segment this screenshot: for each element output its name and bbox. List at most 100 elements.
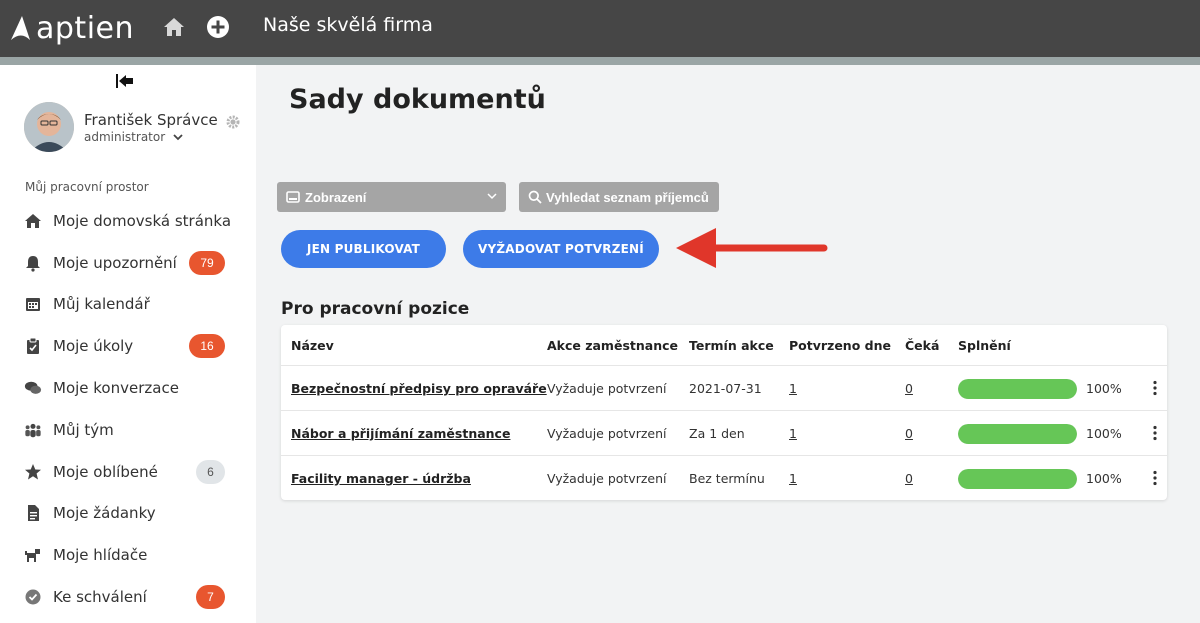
sidebar-item-label: Moje upozornění [53, 253, 177, 272]
user-role-label: administrator [84, 130, 166, 144]
user-photo-icon [24, 102, 74, 152]
column-header-action[interactable]: Akce zaměstnance [547, 338, 678, 353]
user-name[interactable]: František Správce [84, 111, 218, 129]
top-bar: aptien Naše skvělá firma [0, 0, 1200, 57]
sidebar-item-favorites[interactable]: Moje oblíbené 6 [0, 451, 256, 493]
search-icon [528, 190, 542, 204]
logo-mark-icon [11, 16, 30, 40]
document-icon [24, 504, 42, 522]
red-arrow-annotation-icon [676, 228, 828, 268]
company-name[interactable]: Naše skvělá firma [263, 14, 433, 36]
column-header-waiting[interactable]: Čeká [905, 338, 939, 353]
collapse-sidebar-icon[interactable] [115, 73, 135, 89]
sidebar-item-label: Moje oblíbené [53, 462, 158, 481]
search-box [519, 182, 719, 212]
document-set-link[interactable]: Nábor a přijímání zaměstnance [291, 426, 510, 441]
completion-progress-bar [958, 424, 1077, 444]
sidebar-item-conversations[interactable]: Moje konverzace [0, 367, 256, 409]
sidebar-item-label: Moje žádanky [53, 504, 156, 523]
column-header-term[interactable]: Termín akce [689, 338, 774, 353]
term-cell: Za 1 den [689, 426, 745, 441]
clipboard-icon [24, 337, 42, 355]
document-set-link[interactable]: Facility manager - údržba [291, 471, 471, 486]
sidebar-item-label: Můj kalendář [53, 295, 150, 314]
completion-percent: 100% [1086, 381, 1122, 396]
notifications-badge: 79 [189, 250, 225, 275]
sidebar-item-label: Můj tým [53, 420, 114, 439]
documents-table: Název Akce zaměstnance Termín akce Potvr… [281, 325, 1167, 500]
sidebar-item-tasks[interactable]: Moje úkoly 16 [0, 325, 256, 367]
table-row: Nábor a přijímání zaměstnance Vyžaduje p… [281, 410, 1167, 455]
employee-action-cell: Vyžaduje potvrzení [547, 426, 667, 441]
sidebar-item-notifications[interactable]: Moje upozornění 79 [0, 242, 256, 284]
sidebar-item-label: Moje úkoly [53, 337, 134, 356]
sidebar-item-approvals[interactable]: Ke schválení 7 [0, 576, 256, 618]
gear-icon[interactable] [226, 115, 240, 129]
sidebar-item-team[interactable]: Můj tým [0, 409, 256, 451]
logo-text: aptien [36, 10, 134, 46]
workspace-section-label: Můj pracovní prostor [25, 180, 149, 194]
chevron-down-icon [173, 134, 183, 141]
waiting-count-link[interactable]: 0 [905, 426, 913, 441]
bell-icon [24, 254, 42, 272]
sidebar-item-requests[interactable]: Moje žádanky [0, 493, 256, 535]
section-title: Pro pracovní pozice [281, 299, 470, 319]
completion-percent: 100% [1086, 471, 1122, 486]
completion-progress-bar [958, 469, 1077, 489]
top-bar-strip [0, 57, 1200, 65]
approvals-badge: 7 [196, 585, 225, 610]
home-icon [24, 212, 42, 230]
confirmed-count-link[interactable]: 1 [789, 381, 797, 396]
confirmed-count-link[interactable]: 1 [789, 471, 797, 486]
progress-fill [958, 379, 1077, 399]
progress-fill [958, 424, 1077, 444]
column-header-name[interactable]: Název [291, 338, 334, 353]
publish-only-button[interactable]: JEN PUBLIKOVAT [281, 230, 446, 268]
more-options-icon[interactable] [1151, 380, 1159, 396]
sidebar-item-watchers[interactable]: Moje hlídače [0, 534, 256, 576]
user-role-dropdown[interactable]: administrator [84, 130, 183, 144]
star-icon [24, 463, 42, 481]
progress-fill [958, 469, 1077, 489]
sidebar-item-home[interactable]: Moje domovská stránka [0, 200, 256, 242]
sidebar-item-label: Moje konverzace [53, 379, 179, 398]
require-confirmation-button[interactable]: VYŽADOVAT POTVRZENÍ [463, 230, 659, 268]
calendar-icon [24, 295, 42, 313]
term-cell: 2021-07-31 [689, 381, 762, 396]
sidebar-item-label: Moje hlídače [53, 546, 148, 565]
table-row: Bezpečnostní předpisy pro opraváře Vyžad… [281, 365, 1167, 410]
aptien-logo[interactable]: aptien [8, 10, 134, 46]
sidebar: František Správce administrator Můj prac… [0, 65, 256, 623]
dog-icon [24, 546, 42, 564]
confirmed-count-link[interactable]: 1 [789, 426, 797, 441]
favorites-badge: 6 [196, 459, 225, 484]
view-icon [286, 191, 300, 203]
employee-action-cell: Vyžaduje potvrzení [547, 381, 667, 396]
chat-icon [24, 379, 42, 397]
sidebar-item-label: Ke schválení [53, 588, 147, 607]
more-options-icon[interactable] [1151, 425, 1159, 441]
search-input[interactable] [546, 189, 716, 205]
add-icon[interactable] [205, 14, 231, 40]
view-select-label: Zobrazení [305, 189, 367, 205]
completion-percent: 100% [1086, 426, 1122, 441]
waiting-count-link[interactable]: 0 [905, 381, 913, 396]
avatar[interactable] [24, 102, 74, 152]
check-circle-icon [24, 588, 42, 606]
more-options-icon[interactable] [1151, 470, 1159, 486]
completion-progress-bar [958, 379, 1077, 399]
sidebar-item-calendar[interactable]: Můj kalendář [0, 284, 256, 326]
view-select[interactable]: Zobrazení [277, 182, 506, 212]
team-icon [24, 421, 42, 439]
document-set-link[interactable]: Bezpečnostní předpisy pro opraváře [291, 381, 547, 396]
table-row: Facility manager - údržba Vyžaduje potvr… [281, 455, 1167, 500]
sidebar-nav: Moje domovská stránka Moje upozornění 79… [0, 200, 256, 618]
term-cell: Bez termínu [689, 471, 765, 486]
page-title: Sady dokumentů [289, 84, 546, 115]
tasks-badge: 16 [189, 334, 225, 359]
employee-action-cell: Vyžaduje potvrzení [547, 471, 667, 486]
waiting-count-link[interactable]: 0 [905, 471, 913, 486]
column-header-confirmed[interactable]: Potvrzeno dne [789, 338, 891, 353]
home-icon[interactable] [161, 14, 187, 40]
column-header-completion[interactable]: Splnění [958, 338, 1011, 353]
